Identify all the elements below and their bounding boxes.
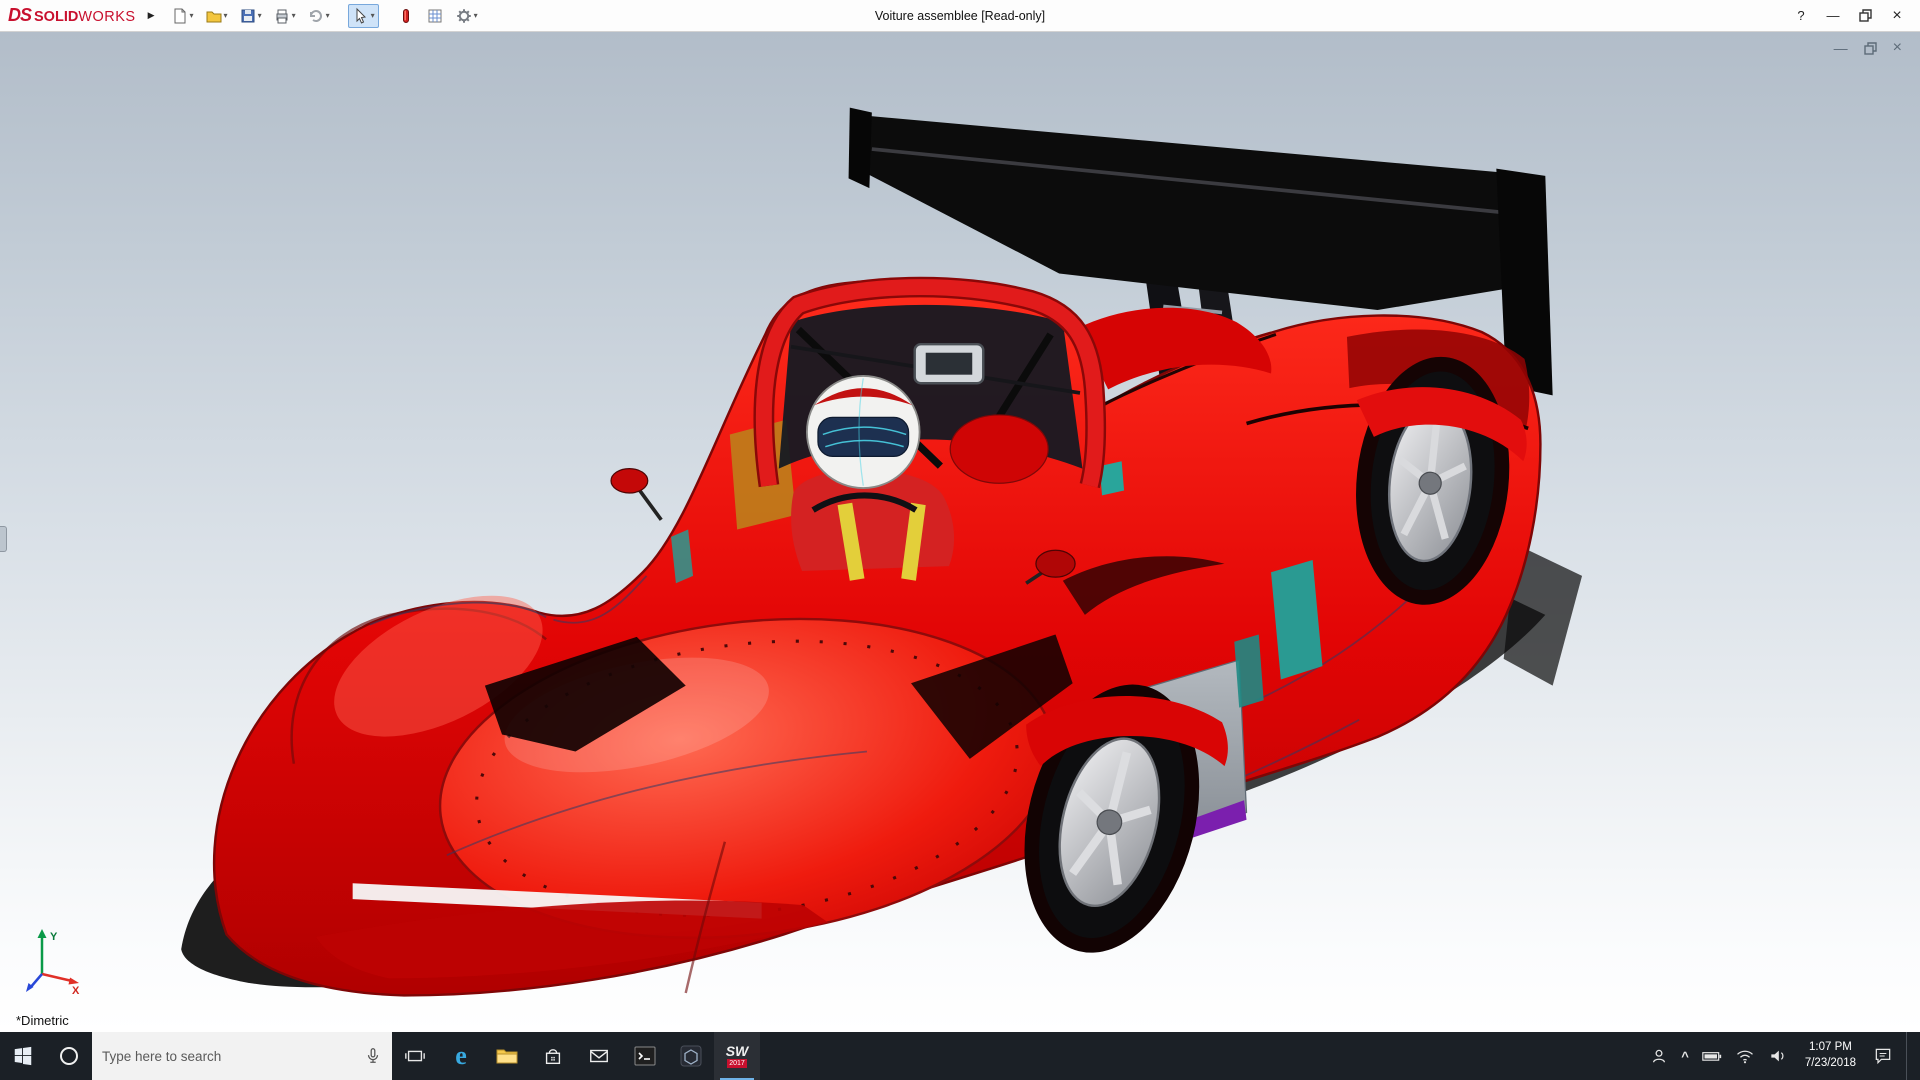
dropdown-arrow-icon[interactable]: ▾ (292, 11, 296, 20)
help-button[interactable]: ? (1786, 5, 1816, 27)
graphics-area[interactable]: — × Y X *Dimetric (0, 32, 1920, 1032)
task-view-icon (404, 1045, 426, 1067)
dropdown-arrow-icon[interactable]: ▾ (326, 11, 330, 20)
taskbar-clock[interactable]: 1:07 PM 7/23/2018 (1805, 1040, 1856, 1071)
clock-date: 7/23/2018 (1805, 1056, 1856, 1072)
brand-works-text: WORKS (78, 9, 135, 25)
select-cursor-icon (352, 7, 370, 25)
dropdown-arrow-icon[interactable]: ▾ (258, 11, 262, 20)
dropdown-arrow-icon[interactable]: ▾ (190, 11, 194, 20)
appearance-icon (397, 7, 415, 25)
save-icon (239, 7, 257, 25)
action-center-icon[interactable] (1873, 1046, 1893, 1066)
cortana-icon (58, 1045, 80, 1067)
start-icon (12, 1045, 34, 1067)
file-explorer-button[interactable] (484, 1032, 530, 1080)
battery-icon[interactable] (1702, 1047, 1722, 1065)
minimize-button[interactable]: — (1818, 5, 1848, 27)
panel-flyout-handle[interactable] (0, 526, 7, 552)
print-button[interactable]: ▾ (269, 4, 300, 28)
close-button[interactable]: × (1882, 5, 1912, 27)
new-document-button[interactable]: ▾ (167, 4, 198, 28)
solidworks-icon: SW (726, 1044, 749, 1058)
window-controls: ? — × (1786, 5, 1912, 27)
solidworks-logo: DS SOLID WORKS (8, 5, 136, 26)
people-icon[interactable] (1650, 1047, 1668, 1065)
axis-x-label: X (72, 985, 80, 996)
undo-icon (307, 7, 325, 25)
document-window-controls: — × (1834, 40, 1902, 56)
edge-icon: e (455, 1041, 467, 1071)
3d-viewport[interactable] (0, 32, 1920, 1032)
new-document-icon (171, 7, 189, 25)
cortana-button[interactable] (46, 1032, 92, 1080)
store-icon (542, 1045, 564, 1067)
solidworks-year-label: 2017 (727, 1059, 747, 1068)
open-icon (205, 7, 223, 25)
options-button[interactable]: ▾ (451, 4, 482, 28)
microphone-icon[interactable] (364, 1047, 382, 1065)
options-gear-icon (455, 7, 473, 25)
doc-close-button[interactable]: × (1893, 40, 1902, 56)
print-icon (273, 7, 291, 25)
mail-icon (588, 1045, 610, 1067)
design-table-icon (426, 7, 444, 25)
design-table-button[interactable] (422, 4, 448, 28)
taskbar-search[interactable] (92, 1032, 392, 1080)
restore-icon (1859, 9, 1872, 22)
store-button[interactable] (530, 1032, 576, 1080)
command-prompt-button[interactable] (622, 1032, 668, 1080)
menu-flyout-arrow-icon[interactable]: ▶ (148, 10, 155, 21)
start-button[interactable] (0, 1032, 46, 1080)
brand-solid-text: SOLID (34, 9, 78, 25)
mail-button[interactable] (576, 1032, 622, 1080)
windows-taskbar: e SW 2017 (0, 1032, 1920, 1080)
task-view-button[interactable] (392, 1032, 438, 1080)
hidden-icons-chevron[interactable]: ^ (1681, 1049, 1689, 1064)
volume-icon[interactable] (1768, 1047, 1788, 1065)
app-dark-icon (679, 1044, 703, 1068)
network-icon[interactable] (1735, 1047, 1755, 1065)
select-tool-button[interactable]: ▾ (348, 4, 379, 28)
view-orientation-label: *Dimetric (16, 1013, 69, 1028)
command-prompt-icon (633, 1044, 657, 1068)
ds-logo: DS (8, 5, 31, 26)
solidworks-taskbar-button[interactable]: SW 2017 (714, 1032, 760, 1080)
axis-y-label: Y (50, 931, 58, 943)
file-explorer-icon (495, 1044, 519, 1068)
helmet-visor (818, 417, 909, 456)
clock-time: 1:07 PM (1805, 1040, 1856, 1056)
doc-restore-button[interactable] (1864, 42, 1877, 55)
system-tray: ^ 1:07 PM 7/23/2018 (1650, 1032, 1920, 1080)
doc-minimize-button[interactable]: — (1834, 41, 1848, 55)
show-desktop-button[interactable] (1906, 1032, 1912, 1080)
open-button[interactable]: ▾ (201, 4, 232, 28)
dropdown-arrow-icon[interactable]: ▾ (474, 11, 478, 20)
restore-button[interactable] (1850, 5, 1880, 27)
window-title: Voiture assemblee [Read-only] (875, 9, 1045, 23)
dropdown-arrow-icon[interactable]: ▾ (224, 11, 228, 20)
titlebar: DS SOLID WORKS ▶ ▾ ▾ ▾ ▾ ▾ ▾ (0, 0, 1920, 32)
orientation-triad[interactable]: Y X (24, 926, 86, 996)
save-button[interactable]: ▾ (235, 4, 266, 28)
edge-button[interactable]: e (438, 1032, 484, 1080)
appearance-button[interactable] (393, 4, 419, 28)
app-dark-button[interactable] (668, 1032, 714, 1080)
main-toolbar: ▾ ▾ ▾ ▾ ▾ ▾ ▾ (167, 4, 482, 28)
undo-button[interactable]: ▾ (303, 4, 334, 28)
dropdown-arrow-icon[interactable]: ▾ (371, 11, 375, 20)
search-input[interactable] (102, 1049, 356, 1064)
doc-restore-icon (1864, 42, 1877, 55)
